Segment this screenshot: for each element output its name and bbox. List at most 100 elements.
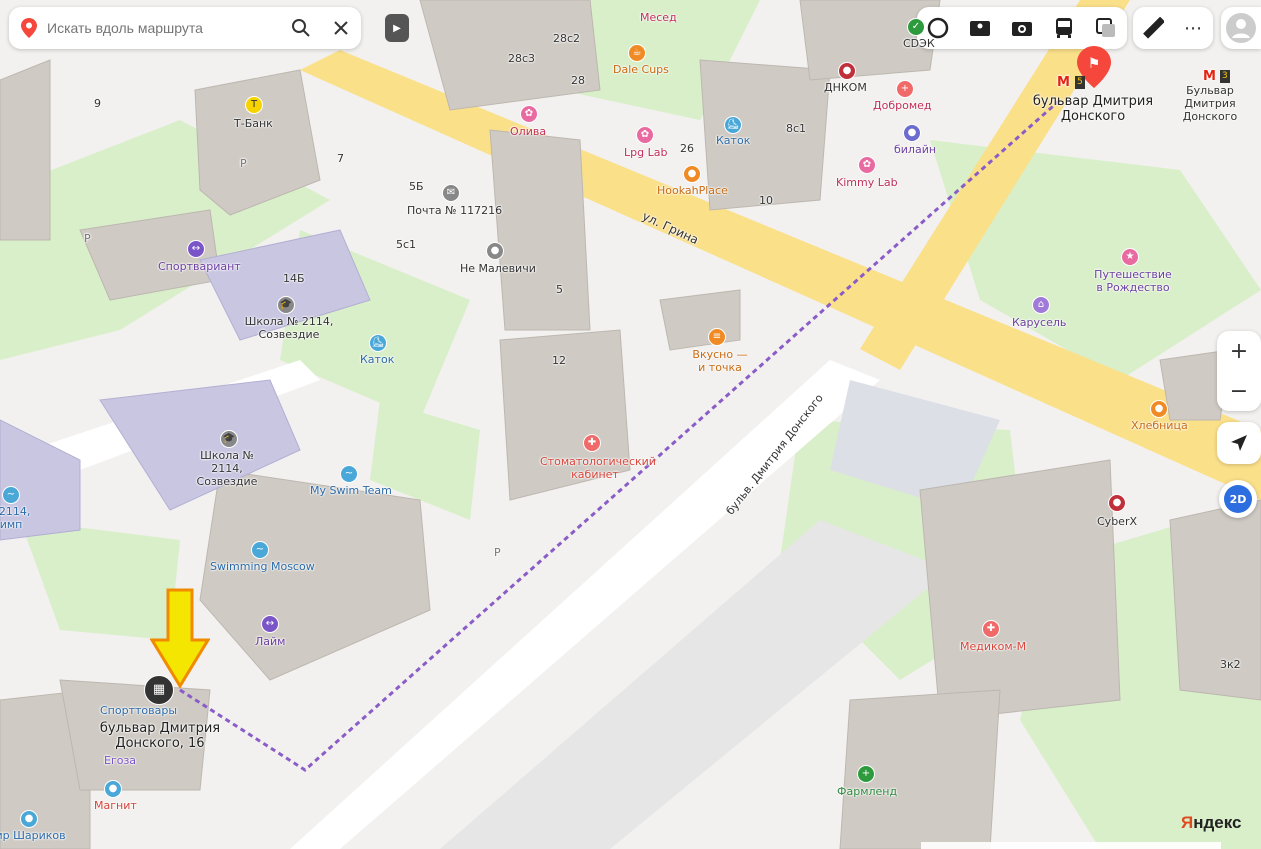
building-number: 28с3 (508, 52, 536, 65)
school-icon: 🎓 (220, 430, 238, 448)
building-number: 26 (680, 142, 694, 155)
map-pin-icon (21, 18, 37, 38)
more-button[interactable]: ⋯ (1173, 8, 1213, 48)
hookah-icon: ● (683, 165, 701, 183)
building-marker-icon[interactable]: ▦ (144, 675, 174, 705)
building-number: 7 (337, 152, 344, 165)
view-mode-2d-button[interactable]: 2D (1219, 480, 1257, 518)
poi-label: Каток (360, 353, 395, 366)
metro-icon: М (1057, 75, 1070, 90)
poi-label: Спортвариант (158, 260, 241, 273)
shop-icon: ● (486, 242, 504, 260)
origin-label: бульвар Дмитрия Донского, 16 (90, 721, 230, 751)
sport-icon: ↔ (261, 615, 279, 633)
cafe-icon: ☕ (628, 44, 646, 62)
zoom-out-button[interactable]: − (1217, 371, 1261, 411)
poi-label: Месед (640, 11, 677, 24)
mail-icon: ✉ (442, 184, 460, 202)
location-arrow-icon (1231, 435, 1247, 451)
parking-label: P (84, 232, 91, 245)
zoom-control: + − (1217, 331, 1261, 411)
poi-label: Магнит (94, 799, 137, 812)
metro-station-label: Бульвар Дмитрия Донского (1182, 84, 1238, 123)
svg-text:⚑: ⚑ (1088, 56, 1101, 72)
user-avatar-button[interactable] (1221, 7, 1261, 49)
skating-icon: ⛸ (369, 334, 387, 352)
swimming-icon: ~ (340, 465, 358, 483)
beauty-icon: ✿ (858, 156, 876, 174)
transit-button[interactable] (1044, 8, 1084, 48)
sport-icon: ↔ (187, 240, 205, 258)
overlay-icon (1096, 18, 1115, 37)
overlay-button[interactable] (1086, 8, 1126, 48)
building-number: 5с1 (396, 238, 417, 251)
building-number: 12 (552, 354, 566, 367)
beauty-icon: ✿ (520, 105, 538, 123)
dentist-icon: ✚ (583, 434, 601, 452)
poi-label: My Swim Team (310, 484, 392, 497)
shop-icon: ● (20, 810, 38, 828)
transit-icon (1056, 18, 1072, 38)
poi-label: ДНКОМ (824, 81, 867, 94)
swimming-icon: ~ (251, 541, 269, 559)
gaming-icon: ● (1108, 494, 1126, 512)
bank-icon: T (245, 96, 263, 114)
ruler-icon (1143, 17, 1164, 39)
poi-label: CyberX (1097, 515, 1137, 528)
clear-button[interactable] (321, 8, 361, 48)
poi-label: CDЭК (903, 37, 935, 50)
my-location-button[interactable] (1217, 422, 1261, 464)
more-icon: ⋯ (1184, 17, 1202, 39)
pharmacy-icon: + (857, 765, 875, 783)
poi-label: Олива (510, 125, 547, 138)
poi-label: Каток (716, 134, 751, 147)
metro-line-badge: 5 (1075, 76, 1085, 89)
beauty-icon: ✿ (636, 126, 654, 144)
destination-label: бульвар Дмитрия Донского (1032, 94, 1154, 124)
fastfood-icon: ≡ (708, 328, 726, 346)
poi-label: Добромед (873, 99, 932, 112)
poi-label: Стоматологический кабинет (540, 455, 656, 481)
building-number: 8с1 (786, 122, 807, 135)
poi-label: Школа № 2114, Созвездие (244, 315, 334, 341)
poi-label: Хлебница (1131, 419, 1188, 432)
ruler-button[interactable] (1133, 8, 1173, 48)
poi-label: Swimming Moscow (210, 560, 315, 573)
building-number: 9 (94, 97, 101, 110)
metro-line-badge: 3 (1220, 70, 1230, 83)
panorama-button[interactable] (960, 8, 1000, 48)
skating-icon: ⛸ (724, 116, 742, 134)
play-button[interactable]: ▶ (385, 14, 409, 42)
poi-label: HookahPlace (657, 184, 728, 197)
poi-label: № 2114, Олимп (0, 505, 31, 531)
parking-label: P (240, 157, 247, 170)
parking-label: P (494, 546, 501, 559)
poi-label: Т-Банк (234, 117, 273, 130)
building-number: 3к2 (1220, 658, 1241, 671)
search-input[interactable] (45, 19, 281, 37)
avatar-icon (1226, 13, 1256, 43)
origin-line1: бульвар Дмитрия (99, 721, 221, 736)
panorama-icon (970, 21, 990, 36)
search-icon (292, 19, 310, 37)
search-bar (9, 7, 361, 49)
poi-label: Kimmy Lab (836, 176, 898, 189)
yandex-logo: Яндекс (1181, 813, 1242, 832)
search-button[interactable] (281, 8, 321, 48)
bakery-icon: ● (1150, 400, 1168, 418)
poi-label: Вкусно — и точка (692, 348, 748, 374)
metro-icon: М (1203, 69, 1216, 84)
camera-button[interactable] (1002, 8, 1042, 48)
zoom-in-button[interactable]: + (1217, 331, 1261, 371)
poi-label: Dale Cups (613, 63, 669, 76)
origin-line2: Донского, 16 (115, 736, 205, 751)
medical-icon: ✚ (982, 620, 1000, 638)
building-number: 14Б (283, 272, 305, 285)
entertainment-icon: ★ (1121, 248, 1139, 266)
shop-icon: ● (104, 780, 122, 798)
map-toolbar (917, 7, 1127, 49)
lab-icon: ● (838, 62, 856, 80)
poi-label: Lpg Lab (624, 146, 668, 159)
school-icon: 🎓 (277, 296, 295, 314)
building-number: 28с2 (553, 32, 581, 45)
